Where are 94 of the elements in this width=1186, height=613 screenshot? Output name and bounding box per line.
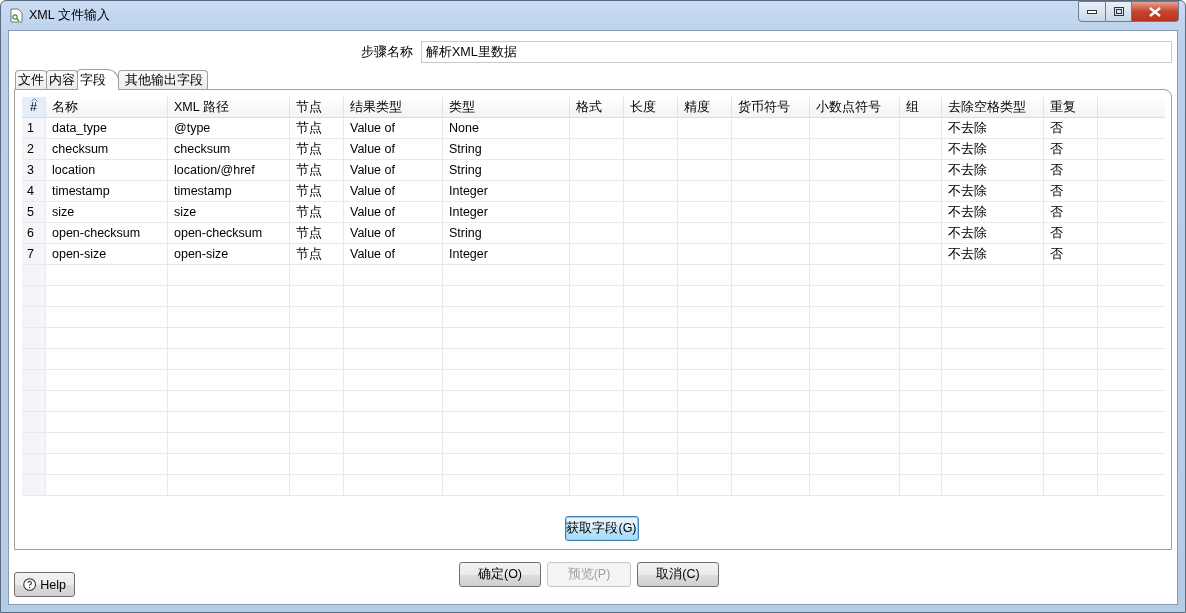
table-cell: 否 (1044, 244, 1098, 265)
maximize-icon (1113, 7, 1124, 16)
table-cell: 否 (1044, 160, 1098, 181)
table-cell: open-checksum (168, 223, 290, 244)
table-cell: Integer (443, 244, 570, 265)
table-cell: 节点 (290, 244, 344, 265)
table-cell: 节点 (290, 181, 344, 202)
table-cell: 不去除 (942, 244, 1044, 265)
table-cell: None (443, 118, 570, 139)
table-cell: 节点 (290, 118, 344, 139)
table-cell: open-size (168, 244, 290, 265)
table-cell: timestamp (46, 181, 168, 202)
step-name-label: 步骤名称 (361, 43, 413, 61)
table-cell: 节点 (290, 223, 344, 244)
help-icon (23, 576, 37, 593)
column-header[interactable]: 名称 (46, 97, 168, 118)
minimize-icon (1087, 9, 1097, 14)
table-cell: size (168, 202, 290, 223)
table-cell: 否 (1044, 118, 1098, 139)
table-cell: Value of (344, 139, 443, 160)
table-cell: String (443, 139, 570, 160)
row-header: 1 (22, 118, 46, 139)
minimize-button[interactable] (1078, 1, 1106, 22)
close-icon (1149, 6, 1161, 17)
column-header[interactable]: 去除空格类型 (942, 97, 1044, 118)
tab[interactable]: 其他输出字段 (118, 70, 208, 89)
table-cell: size (46, 202, 168, 223)
table-cell: Value of (344, 160, 443, 181)
table-cell (900, 118, 942, 139)
row-header: 4 (22, 181, 46, 202)
row-header: 7 (22, 244, 46, 265)
table-cell: 节点 (290, 160, 344, 181)
column-header[interactable]: 组 (900, 97, 942, 118)
row-header: 5 (22, 202, 46, 223)
table-cell: location/@href (168, 160, 290, 181)
table-cell: Value of (344, 181, 443, 202)
table-cell: 不去除 (942, 202, 1044, 223)
column-header[interactable]: 节点 (290, 97, 344, 118)
table-cell: 否 (1044, 202, 1098, 223)
table-cell: 节点 (290, 139, 344, 160)
table-cell: checksum (46, 139, 168, 160)
maximize-button[interactable] (1106, 1, 1132, 22)
close-button[interactable] (1132, 1, 1179, 22)
column-header[interactable]: 类型 (443, 97, 570, 118)
table-cell: 否 (1044, 181, 1098, 202)
table-cell: Value of (344, 223, 443, 244)
table-cell: open-size (46, 244, 168, 265)
window-title: XML 文件输入 (29, 7, 110, 24)
table-cell: timestamp (168, 181, 290, 202)
table-cell: Integer (443, 202, 570, 223)
dialog-button[interactable]: 确定(O) (459, 562, 541, 587)
table-cell: open-checksum (46, 223, 168, 244)
table-cell: 不去除 (942, 139, 1044, 160)
column-header[interactable]: 结果类型 (344, 97, 443, 118)
table-cell: 不去除 (942, 118, 1044, 139)
table-cell: 否 (1044, 139, 1098, 160)
table-cell (678, 118, 732, 139)
tab[interactable]: 文件 (15, 70, 47, 89)
column-header[interactable]: 货币符号 (732, 97, 810, 118)
table-cell: String (443, 223, 570, 244)
column-header[interactable]: 精度 (678, 97, 732, 118)
table-cell: 不去除 (942, 181, 1044, 202)
tab[interactable]: 内容 (46, 70, 78, 89)
table-cell: Value of (344, 118, 443, 139)
column-header[interactable]: # (22, 97, 46, 118)
help-button[interactable]: Help (14, 572, 75, 597)
column-header[interactable]: 长度 (624, 97, 678, 118)
table-cell: 否 (1044, 223, 1098, 244)
step-name-field[interactable]: 解析XML里数据 (421, 41, 1172, 63)
table-cell: Value of (344, 244, 443, 265)
dialog-button[interactable]: 取消(C) (637, 562, 719, 587)
table-cell (570, 118, 624, 139)
table-cell: checksum (168, 139, 290, 160)
table-cell: Value of (344, 202, 443, 223)
column-header[interactable]: XML 路径 (168, 97, 290, 118)
column-header[interactable]: 重复 (1044, 97, 1098, 118)
row-header: 6 (22, 223, 46, 244)
document-icon (10, 8, 23, 23)
sort-icon (31, 98, 38, 102)
column-header[interactable]: 格式 (570, 97, 624, 118)
column-header[interactable]: 小数点符号 (810, 97, 900, 118)
row-header: 3 (22, 160, 46, 181)
table-cell (624, 118, 678, 139)
table-cell: 不去除 (942, 160, 1044, 181)
table-cell: 不去除 (942, 223, 1044, 244)
table-cell: 节点 (290, 202, 344, 223)
table-cell: location (46, 160, 168, 181)
table-cell: data_type (46, 118, 168, 139)
get-fields-button[interactable]: 获取字段(G) (564, 516, 639, 541)
table-cell: Integer (443, 181, 570, 202)
table-cell: @type (168, 118, 290, 139)
table-cell: String (443, 160, 570, 181)
row-header: 2 (22, 139, 46, 160)
tab[interactable]: 字段 (77, 69, 119, 90)
